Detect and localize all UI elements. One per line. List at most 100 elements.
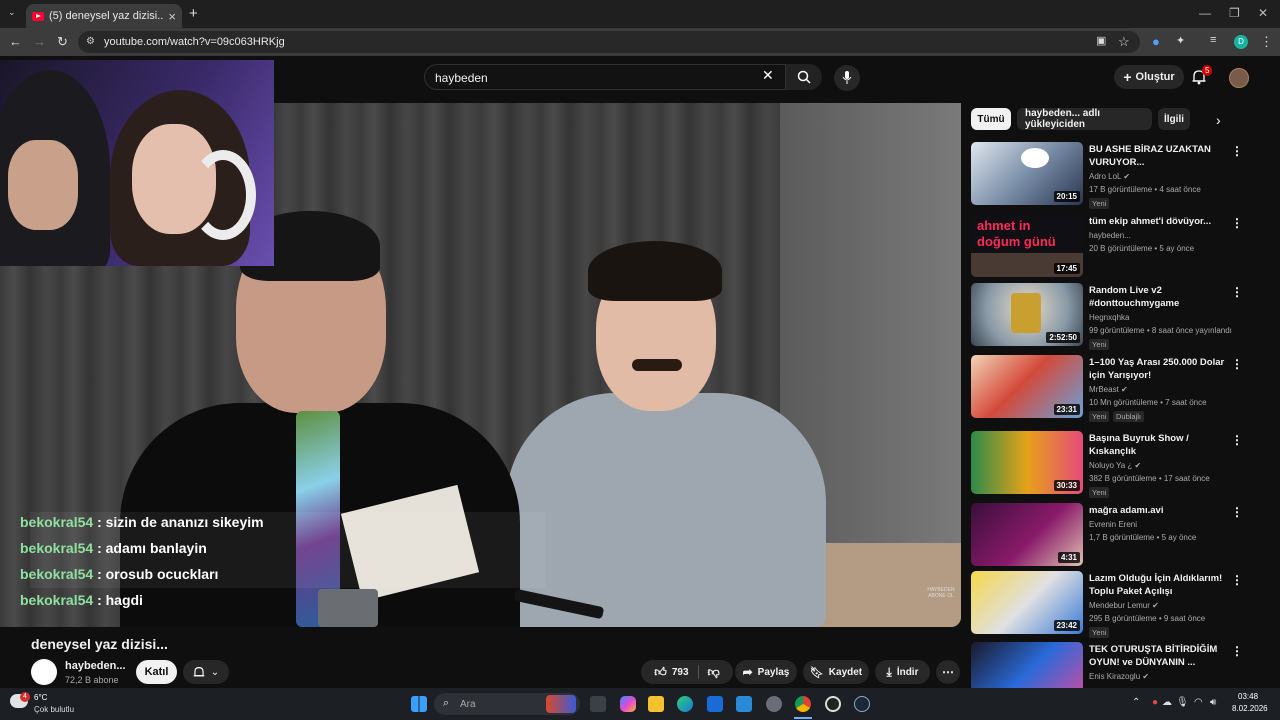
- install-icon[interactable]: ▣: [1096, 34, 1106, 47]
- forward-icon[interactable]: →: [33, 34, 46, 49]
- search-button[interactable]: [786, 64, 822, 90]
- more-options-icon[interactable]: ⋮: [1231, 505, 1243, 519]
- recommendation-item[interactable]: 2:52:50 Random Live v2 #donttouchmygame …: [971, 283, 1251, 350]
- back-icon[interactable]: ←: [9, 34, 22, 49]
- obs-icon[interactable]: [825, 696, 841, 712]
- tab-list-icon[interactable]: ⌄: [8, 7, 16, 18]
- video-thumbnail[interactable]: 23:42: [971, 571, 1083, 634]
- more-options-icon[interactable]: ⋮: [1231, 285, 1243, 299]
- bookmark-star-icon[interactable]: ☆: [1118, 34, 1130, 50]
- channel-avatar[interactable]: [31, 659, 57, 685]
- recommendation-item[interactable]: 23:31 1–100 Yaş Arası 250.000 Dolar için…: [971, 355, 1251, 422]
- more-actions-button[interactable]: ⋯: [936, 660, 960, 684]
- extension-icon[interactable]: ●: [1152, 34, 1160, 49]
- windows-start-icon[interactable]: [411, 696, 427, 712]
- channel-name[interactable]: haybeden...: [65, 660, 126, 672]
- mail-icon[interactable]: [736, 696, 752, 712]
- search-input[interactable]: haybeden: [424, 64, 786, 90]
- reading-list-icon[interactable]: ≡: [1210, 34, 1216, 46]
- recommendation-title[interactable]: mağra adamı.avi: [1089, 504, 1229, 517]
- tab-close-icon[interactable]: ×: [168, 9, 176, 24]
- more-options-icon[interactable]: ⋮: [1231, 644, 1243, 658]
- clear-search-icon[interactable]: ✕: [762, 67, 774, 84]
- recommendation-channel[interactable]: Hegnxqhka: [1089, 313, 1129, 322]
- chip-from-uploader[interactable]: haybeden... adlı yükleyiciden: [1017, 108, 1152, 130]
- download-button[interactable]: ⤓ İndir: [875, 660, 930, 684]
- clock-time[interactable]: 03:48: [1238, 692, 1258, 701]
- extensions-puzzle-icon[interactable]: ✦: [1176, 34, 1185, 47]
- more-options-icon[interactable]: ⋮: [1231, 357, 1243, 371]
- more-options-icon[interactable]: ⋮: [1231, 216, 1243, 230]
- share-button[interactable]: ➦ Paylaş: [735, 660, 797, 684]
- steam-icon[interactable]: [854, 696, 870, 712]
- taskbar-search[interactable]: ⌕ Ara: [434, 693, 580, 715]
- user-avatar[interactable]: [1229, 68, 1249, 88]
- recommendation-title[interactable]: tüm ekip ahmet'i dövüyor...: [1089, 215, 1229, 228]
- recommendation-title[interactable]: Random Live v2 #donttouchmygame: [1089, 284, 1229, 310]
- wifi-icon[interactable]: ◠: [1194, 697, 1203, 708]
- volume-icon[interactable]: 🔊︎: [1210, 697, 1216, 708]
- recommendation-channel[interactable]: haybeden...: [1089, 231, 1131, 240]
- profile-icon[interactable]: D: [1234, 35, 1248, 49]
- thumbs-down-icon[interactable]: 👎︎: [708, 665, 720, 680]
- create-button[interactable]: + Oluştur: [1114, 65, 1184, 89]
- site-info-icon[interactable]: ⚙: [86, 36, 98, 48]
- video-thumbnail[interactable]: [971, 642, 1083, 688]
- recommendation-channel[interactable]: Adro LoL ✔: [1089, 172, 1130, 181]
- settings-gear-icon[interactable]: [766, 696, 782, 712]
- browser-tab[interactable]: (5) deneysel yaz dizisi... - YouTube ×: [26, 4, 182, 28]
- video-thumbnail[interactable]: 30:33: [971, 431, 1083, 494]
- recommendation-channel[interactable]: Noluyo Ya ¿ ✔: [1089, 461, 1141, 470]
- new-tab-icon[interactable]: +: [189, 5, 198, 22]
- recommendation-title[interactable]: Başına Buyruk Show / Kıskançlık: [1089, 432, 1229, 458]
- save-button[interactable]: 🔖︎ Kaydet: [803, 660, 869, 684]
- recommendation-channel[interactable]: MrBeast ✔: [1089, 385, 1128, 394]
- video-thumbnail[interactable]: ahmet in doğum günü 17:45: [971, 214, 1083, 277]
- url-field[interactable]: ⚙ youtube.com/watch?v=09c063HRKjg: [78, 31, 1140, 53]
- video-thumbnail[interactable]: 2:52:50: [971, 283, 1083, 346]
- video-thumbnail[interactable]: 20:15: [971, 142, 1083, 205]
- copilot-icon[interactable]: [620, 696, 636, 712]
- recommendation-title[interactable]: Lazım Olduğu İçin Aldıklarım! Toplu Pake…: [1089, 572, 1229, 598]
- reload-icon[interactable]: ↻: [57, 34, 68, 50]
- more-options-icon[interactable]: ⋮: [1231, 573, 1243, 587]
- recommendation-item[interactable]: ahmet in doğum günü 17:45 tüm ekip ahmet…: [971, 214, 1251, 278]
- edge-icon[interactable]: [677, 696, 693, 712]
- minimize-icon[interactable]: —: [1199, 6, 1211, 20]
- chrome-icon[interactable]: [795, 696, 811, 712]
- recommendation-channel[interactable]: Mendebur Lemur ✔: [1089, 601, 1159, 610]
- recommendation-channel[interactable]: Enis Kirazoglu ✔: [1089, 672, 1149, 681]
- recommendation-title[interactable]: BU ASHE BİRAZ UZAKTAN VURUYOR...: [1089, 143, 1229, 169]
- recommendation-title[interactable]: 1–100 Yaş Arası 250.000 Dolar için Yarış…: [1089, 356, 1229, 382]
- chevron-right-icon[interactable]: ›: [1216, 112, 1221, 128]
- recommendation-item[interactable]: 23:42 Lazım Olduğu İçin Aldıklarım! Topl…: [971, 571, 1251, 638]
- chip-all[interactable]: Tümü: [971, 108, 1011, 130]
- recommendation-channel[interactable]: Evrenin Ereni: [1089, 520, 1137, 529]
- clock-date[interactable]: 8.02.2026: [1232, 704, 1268, 713]
- chip-related[interactable]: İlgili: [1158, 108, 1190, 130]
- more-options-icon[interactable]: ⋮: [1231, 144, 1243, 158]
- subscription-bell-button[interactable]: ⌄: [183, 660, 229, 684]
- store-icon[interactable]: [707, 696, 723, 712]
- recommendation-item[interactable]: 4:31 mağra adamı.avi Evrenin Ereni 1,7 B…: [971, 503, 1251, 567]
- close-window-icon[interactable]: ✕: [1258, 6, 1268, 20]
- more-options-icon[interactable]: ⋮: [1231, 433, 1243, 447]
- recommendation-item[interactable]: 30:33 Başına Buyruk Show / Kıskançlık No…: [971, 431, 1251, 498]
- tray-app-icon[interactable]: ●: [1152, 697, 1158, 708]
- video-thumbnail[interactable]: 4:31: [971, 503, 1083, 566]
- file-explorer-icon[interactable]: [648, 696, 664, 712]
- voice-search-button[interactable]: [834, 65, 860, 91]
- recommendation-item[interactable]: TEK OTURUŞTA BİTİRDİĞİM OYUN! ve DÜNYANI…: [971, 642, 1251, 688]
- join-button[interactable]: Katıl: [136, 660, 177, 684]
- browser-menu-icon[interactable]: ⋮: [1260, 34, 1273, 50]
- recommendation-title[interactable]: TEK OTURUŞTA BİTİRDİĞİM OYUN! ve DÜNYANI…: [1089, 643, 1229, 669]
- recommendation-item[interactable]: 20:15 BU ASHE BİRAZ UZAKTAN VURUYOR... A…: [971, 142, 1251, 209]
- tray-chevron-icon[interactable]: ⌃: [1132, 697, 1140, 708]
- tray-cloud-icon[interactable]: ☁: [1162, 697, 1172, 708]
- like-button[interactable]: 👍︎ 793: [654, 665, 688, 680]
- video-thumbnail[interactable]: 23:31: [971, 355, 1083, 418]
- task-view-icon[interactable]: [590, 696, 606, 712]
- new-badge: Yeni: [1089, 487, 1110, 498]
- tray-mic-icon[interactable]: 🎙︎: [1176, 697, 1189, 708]
- restore-icon[interactable]: ❐: [1229, 6, 1240, 20]
